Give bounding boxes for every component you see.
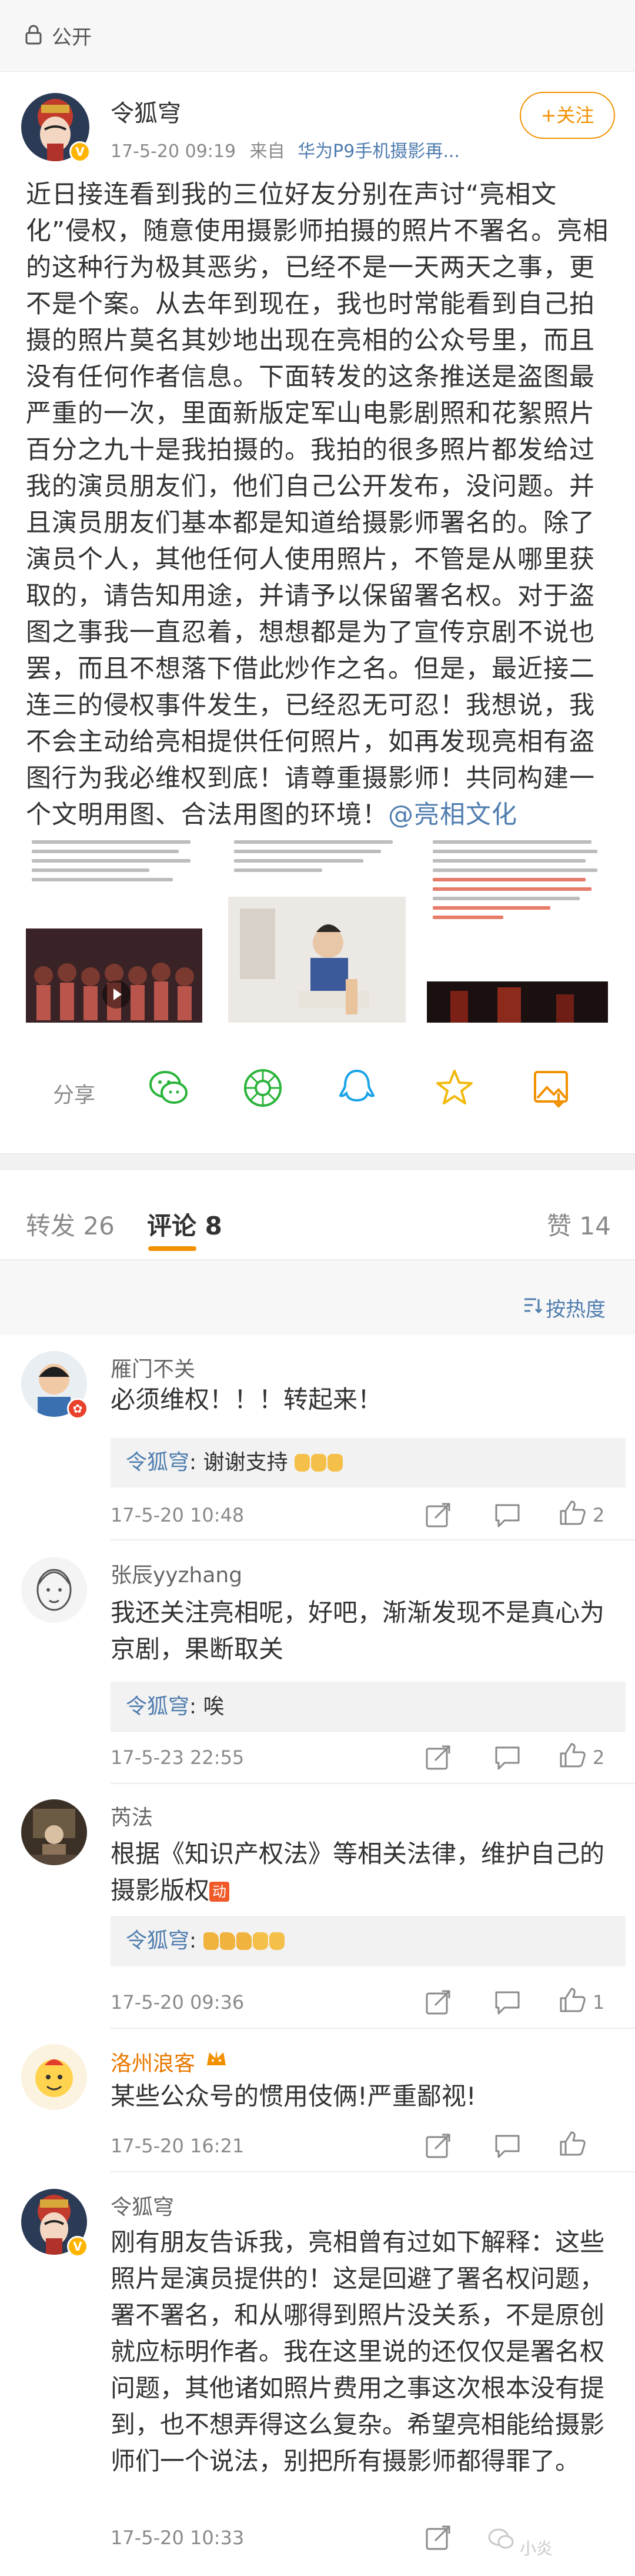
post-text: 近日接连看到我的三位好友分别在声讨“亮相文化”侵权，随意使用摄影师拍摄的照片不署… xyxy=(26,177,614,833)
comment-time: 17-5-23 22:55 xyxy=(111,1746,245,1769)
like-count: 2 xyxy=(593,1746,605,1769)
comment-text: 某些公众号的惯用伎俩!严重鄙视! xyxy=(111,2082,476,2111)
comment-author[interactable]: 洛州浪客 xyxy=(111,2046,195,2077)
save-image-icon[interactable] xyxy=(529,1066,573,1110)
comment-time: 17-5-20 10:48 xyxy=(111,1504,245,1526)
share-comment-icon[interactable] xyxy=(425,1744,452,1771)
section-divider xyxy=(0,1153,635,1170)
comment-text: 刚有朋友告诉我，亮相曾有过如下解释：这些照片是演员提供的！这是回避了署名权问题，… xyxy=(111,2228,605,2475)
visibility-label: 公开 xyxy=(52,26,92,49)
post-body: 近日接连看到我的三位好友分别在声讨“亮相文化”侵权，随意使用摄影师拍摄的照片不署… xyxy=(26,180,609,830)
comment-text: 我还关注亮相呢，好吧，渐渐发现不是真心为京剧，果断取关 xyxy=(111,1598,605,1663)
mention-link[interactable]: @亮相文化 xyxy=(388,800,517,830)
sort-button[interactable]: 按热度 xyxy=(546,1293,606,1322)
comment-time: 17-5-20 09:36 xyxy=(111,1991,245,2013)
wechat-icon[interactable] xyxy=(147,1066,190,1110)
reply-text: 唉 xyxy=(203,1695,225,1719)
moments-icon[interactable] xyxy=(241,1066,285,1110)
lock-icon xyxy=(25,25,42,45)
play-icon[interactable] xyxy=(102,980,131,1009)
active-tab-indicator xyxy=(148,1246,196,1251)
thumbs-emoji xyxy=(203,1929,286,1953)
vip-crown-icon xyxy=(205,2048,228,2069)
verified-badge: V xyxy=(67,2236,88,2257)
like-icon[interactable] xyxy=(559,2130,586,2157)
comment-author[interactable]: 令狐穹 xyxy=(111,2190,174,2221)
reply-comment-icon[interactable] xyxy=(494,1744,521,1771)
comment-time: 17-5-20 16:21 xyxy=(111,2135,245,2157)
like-icon[interactable] xyxy=(559,1499,586,1526)
share-comment-icon[interactable] xyxy=(425,1989,452,2016)
share-comment-icon[interactable] xyxy=(425,2524,452,2551)
comment-avatar[interactable] xyxy=(21,2044,87,2110)
sort-icon[interactable] xyxy=(523,1297,542,1314)
comment-divider xyxy=(111,1783,635,1784)
post-image-1[interactable] xyxy=(26,834,202,1023)
comment-author[interactable]: 芮法 xyxy=(111,1800,153,1831)
post-meta: 17-5-20 09:19 来自 华为P9手机摄影再... xyxy=(111,137,460,162)
reply-author[interactable]: 令狐穹 xyxy=(126,1450,189,1475)
comment-author[interactable]: 张辰yyzhang xyxy=(111,1558,242,1589)
reply-author[interactable]: 令狐穹 xyxy=(126,1695,189,1719)
comment-text: 根据《知识产权法》等相关法律，维护自己的摄影版权动 xyxy=(111,1836,616,1909)
watermark-text: 小炎 xyxy=(520,2539,553,2558)
post-image-3[interactable] xyxy=(427,834,608,1023)
comment-divider xyxy=(111,2171,635,2172)
tab-likes[interactable]: 赞 14 xyxy=(547,1206,611,1242)
follow-button[interactable]: +关注 xyxy=(520,92,615,139)
reply-text: 谢谢支持 xyxy=(203,1450,288,1475)
like-count: 1 xyxy=(593,1991,605,2013)
comment-reply[interactable]: 令狐穹: xyxy=(111,1916,626,1966)
share-comment-icon[interactable] xyxy=(425,2132,452,2159)
comment-avatar[interactable] xyxy=(21,1799,87,1865)
reply-comment-icon[interactable] xyxy=(494,2132,521,2159)
comment-time: 17-5-20 10:33 xyxy=(111,2527,245,2549)
source-prefix: 来自 xyxy=(249,141,285,162)
comment-reply[interactable]: 令狐穹: 谢谢支持 xyxy=(111,1438,626,1487)
verified-badge: V xyxy=(69,141,91,162)
share-label: 分享 xyxy=(53,1083,96,1107)
animated-badge: 动 xyxy=(209,1882,230,1902)
top-bar xyxy=(0,0,635,72)
comment-body: 根据《知识产权法》等相关法律，维护自己的摄影版权 xyxy=(111,1839,605,1905)
watermark-icon xyxy=(488,2528,514,2549)
member-badge: ✿ xyxy=(67,1398,88,1419)
qq-icon[interactable] xyxy=(335,1066,379,1110)
reply-comment-icon[interactable] xyxy=(494,1502,521,1529)
tab-comments[interactable]: 评论 8 xyxy=(147,1206,222,1242)
like-icon[interactable] xyxy=(559,1742,586,1769)
comment-divider xyxy=(111,2028,635,2029)
share-comment-icon[interactable] xyxy=(425,1502,452,1529)
like-count: 2 xyxy=(593,1504,605,1526)
comment-reply[interactable]: 令狐穹: 唉 xyxy=(111,1682,626,1732)
comment-author[interactable]: 雁门不关 xyxy=(111,1352,195,1383)
post-source[interactable]: 华为P9手机摄影再... xyxy=(298,141,460,162)
like-icon[interactable] xyxy=(559,1986,586,2013)
author-name[interactable]: 令狐穹 xyxy=(111,94,181,128)
comment-divider xyxy=(111,1539,635,1540)
comment-avatar[interactable] xyxy=(21,1557,87,1623)
reply-author[interactable]: 令狐穹 xyxy=(126,1929,189,1953)
clap-emoji xyxy=(295,1450,344,1475)
comment-text: 必须维权！！！转起来！ xyxy=(111,1385,383,1414)
tab-repost[interactable]: 转发 26 xyxy=(26,1206,115,1242)
reply-comment-icon[interactable] xyxy=(494,1989,521,2016)
post-time: 17-5-20 09:19 xyxy=(111,141,236,162)
post-image-2[interactable] xyxy=(228,834,406,1023)
qzone-star-icon[interactable] xyxy=(433,1066,476,1110)
